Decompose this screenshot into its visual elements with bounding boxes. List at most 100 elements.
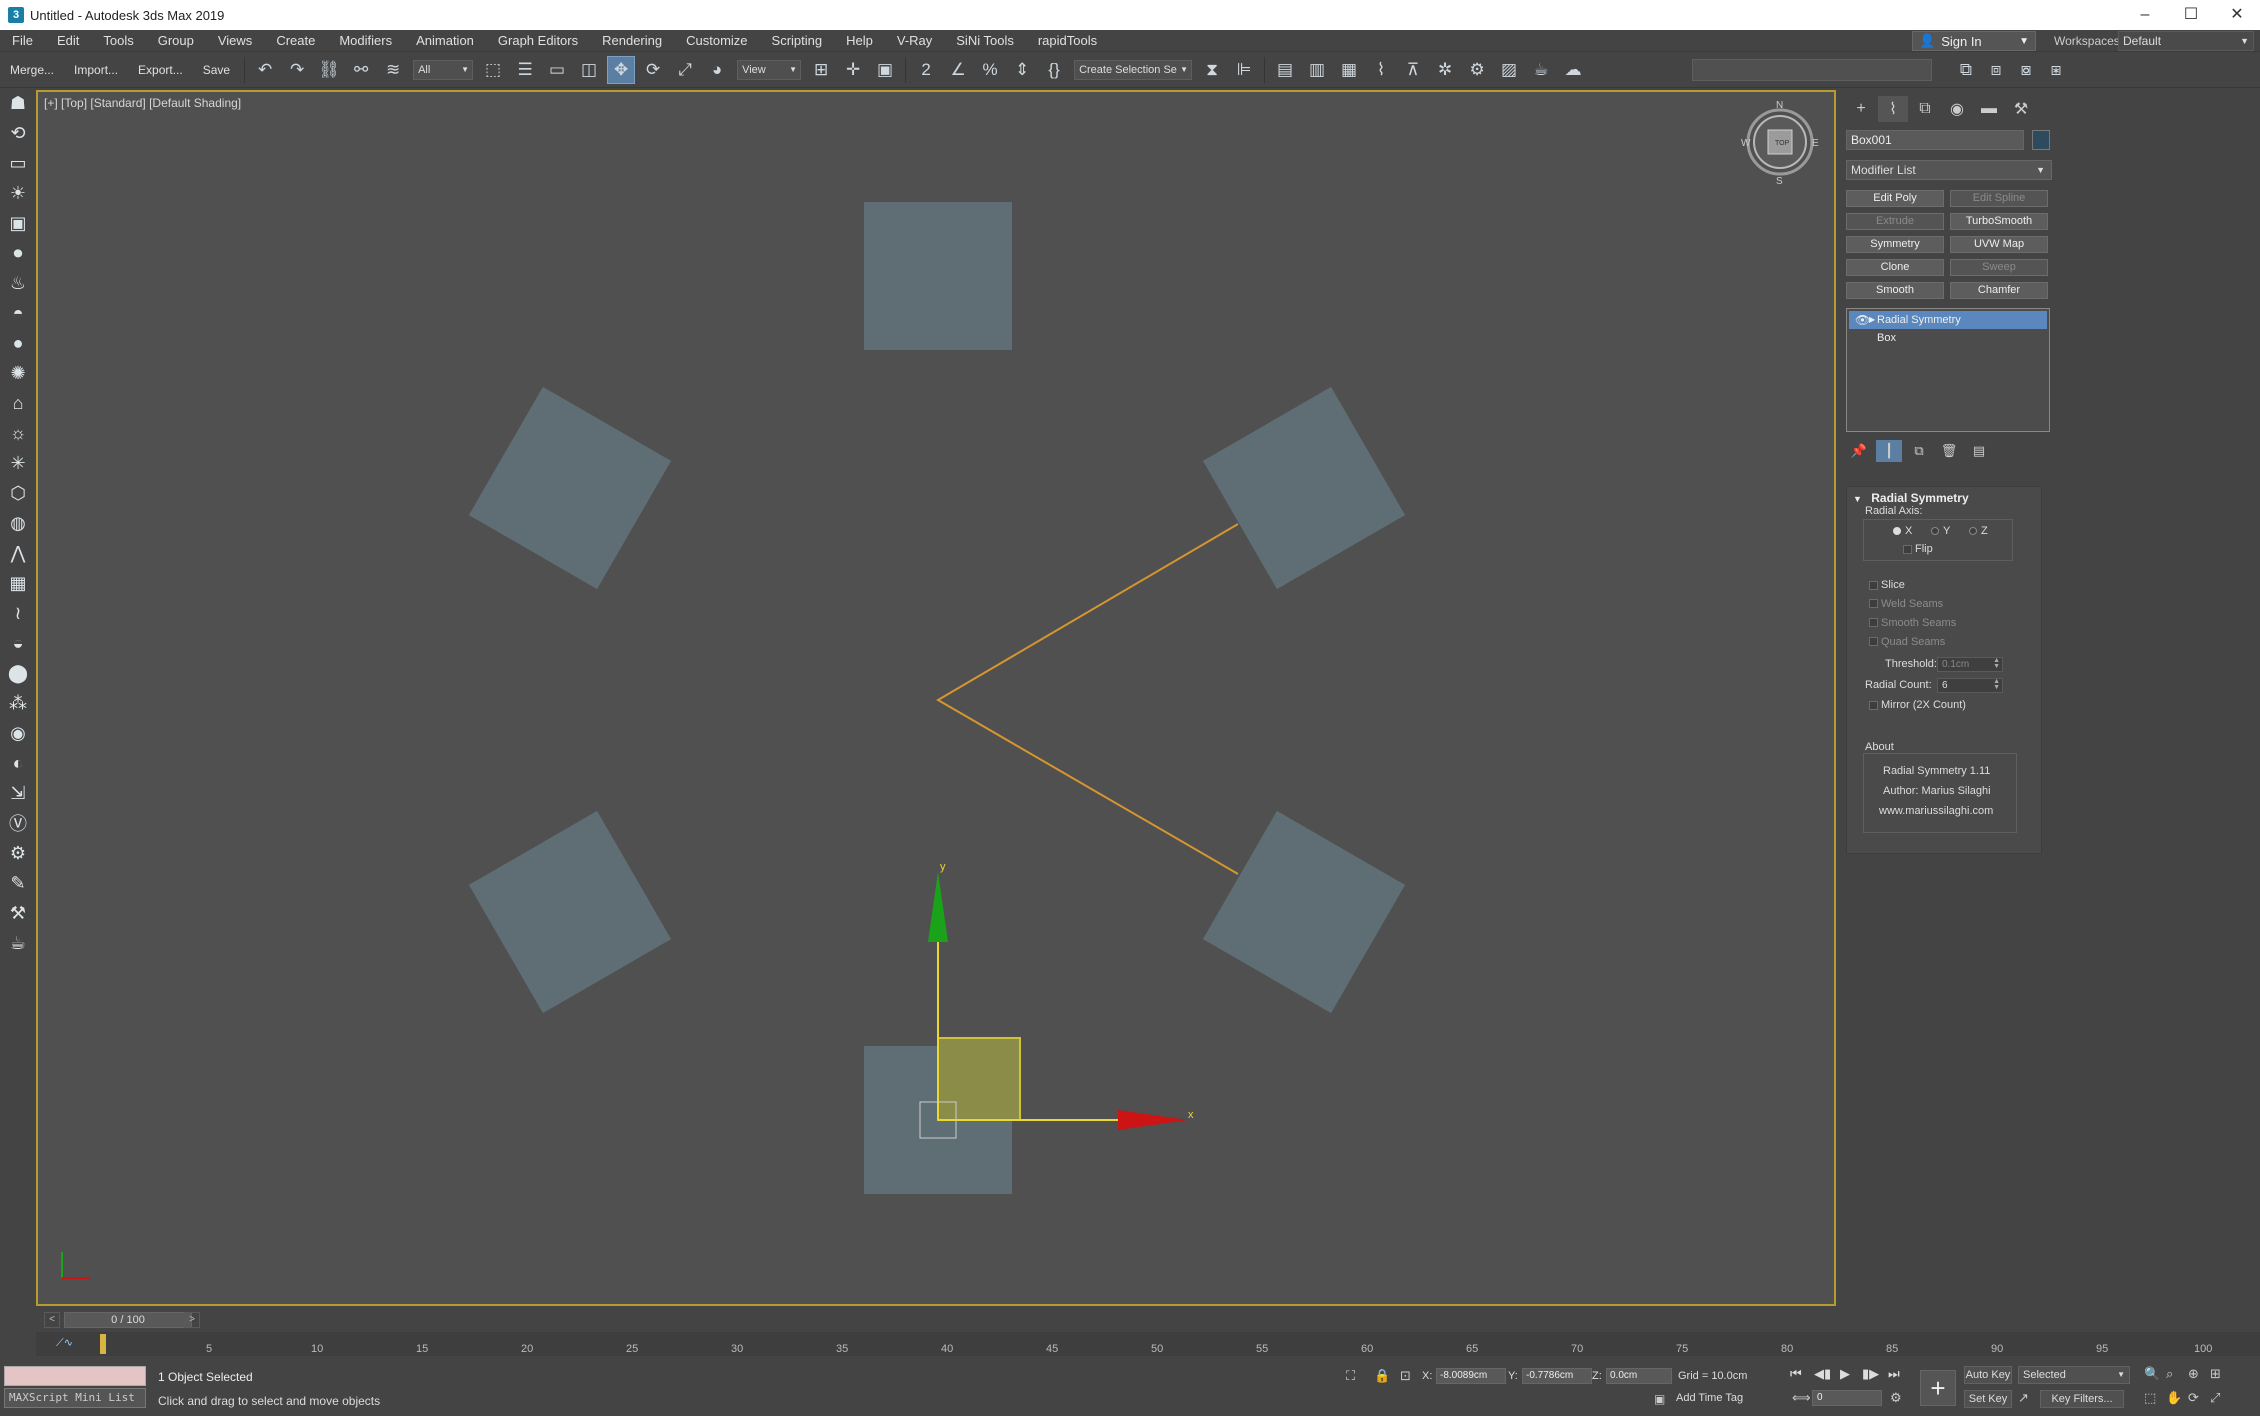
lamp-icon[interactable]: ♨ (0, 268, 36, 298)
zoom-extents-icon[interactable]: ⊕ (2188, 1366, 2199, 1382)
spinner-arrows-icon[interactable]: ▲ ▼ (1993, 657, 2000, 670)
sphere-icon[interactable]: ◍ (0, 508, 36, 538)
uvw-map-button[interactable]: UVW Map (1950, 236, 2048, 253)
sun-icon[interactable]: ☼ (0, 418, 36, 448)
motion-tab-icon[interactable]: ◉ (1942, 96, 1972, 122)
mirror-checkbox[interactable] (1869, 701, 1878, 710)
render-icon[interactable]: ◉ (0, 718, 36, 748)
go-to-end-icon[interactable]: ⏭ (1888, 1366, 1900, 1382)
light-icon[interactable]: ☀ (0, 178, 36, 208)
menu-group[interactable]: Group (146, 30, 206, 52)
gizmo-x-arrow[interactable] (1118, 1110, 1188, 1130)
open-file-icon[interactable]: ⧈ (1982, 56, 2010, 84)
show-end-result-icon[interactable]: ┃ (1876, 440, 1902, 462)
merge-button[interactable]: Merge... (0, 63, 64, 77)
orbit-view-icon[interactable]: ⟳ (2188, 1390, 2199, 1406)
rectangular-selection-icon[interactable]: ▭ (543, 56, 571, 84)
gear-icon[interactable]: ⚙ (0, 838, 36, 868)
save-copy-icon[interactable]: ⧆ (2042, 56, 2070, 84)
make-unique-icon[interactable]: ⧉ (1906, 440, 1932, 462)
about-url-link[interactable]: www.mariussilaghi.com (1879, 805, 1993, 817)
import-button[interactable]: Import... (64, 63, 128, 77)
menu-graph-editors[interactable]: Graph Editors (486, 30, 590, 52)
save-file-icon[interactable]: ⧇ (2012, 56, 2040, 84)
flip-checkbox[interactable] (1903, 545, 1912, 554)
set-keys-button[interactable]: + (1920, 1370, 1956, 1406)
menu-edit[interactable]: Edit (45, 30, 91, 52)
project-folder-icon[interactable]: ⧉ (1952, 56, 1980, 84)
box-instance[interactable] (864, 202, 1012, 350)
scene-explorer-icon[interactable]: ▤ (1271, 56, 1299, 84)
y-coord-field[interactable]: -0.7786cm (1522, 1368, 1592, 1384)
weld-seams-checkbox[interactable] (1869, 599, 1878, 608)
menu-rapidtools[interactable]: rapidTools (1026, 30, 1109, 52)
select-and-place-icon[interactable]: ◕ (703, 56, 731, 84)
stack-item-radial-symmetry[interactable]: 👁 ▶ Radial Symmetry (1849, 311, 2047, 329)
sign-in-button[interactable]: 👤 Sign In ▼ (1912, 31, 2036, 51)
field-of-view-icon[interactable]: ⬚ (2144, 1390, 2156, 1406)
teacup-icon[interactable]: ☕ (0, 928, 36, 958)
box-instance[interactable] (1202, 386, 1406, 590)
mini-curve-editor-icon[interactable]: ⟋∿ (56, 1336, 73, 1350)
go-to-start-icon[interactable]: ⏮ (1790, 1366, 1802, 1382)
select-and-move-icon[interactable]: ✥ (607, 55, 636, 84)
named-selection-dropdown[interactable]: Create Selection Se ▼ (1074, 59, 1193, 80)
bind-spacewarp-icon[interactable]: ≋ (379, 56, 407, 84)
modify-tab-icon[interactable]: ⌇ (1878, 96, 1908, 122)
hierarchy-tab-icon[interactable]: ⧉ (1910, 96, 1940, 122)
pivot-center-icon[interactable]: ⊞ (807, 56, 835, 84)
previous-frame-icon[interactable]: ◀▮ (1814, 1366, 1831, 1382)
rollout-header[interactable]: ▼ Radial Symmetry (1853, 491, 1969, 505)
threshold-spinner[interactable]: 0.1cm ▲ ▼ (1937, 657, 2003, 672)
menu-create[interactable]: Create (264, 30, 327, 52)
script-icon[interactable]: ✎ (0, 868, 36, 898)
edit-named-selection-icon[interactable]: {} (1040, 56, 1068, 84)
chamfer-button[interactable]: Chamfer (1950, 282, 2048, 299)
undo-icon[interactable]: ↶ (251, 56, 279, 84)
sky-icon[interactable]: ✳ (0, 448, 36, 478)
zoom-icon[interactable]: 🔍 (2144, 1366, 2160, 1382)
key-mode-toggle-icon[interactable]: ⟺ (1792, 1390, 1811, 1406)
current-frame-field[interactable]: 0 (1812, 1390, 1882, 1406)
create-tab-icon[interactable]: + (1846, 96, 1876, 122)
key-selection-dropdown[interactable]: Selected ▼ (2018, 1366, 2130, 1384)
display-tab-icon[interactable]: ▬ (1974, 96, 2004, 122)
utilities-tab-icon[interactable]: ⚒ (2006, 96, 2036, 122)
ribbon-toggle-icon[interactable]: ▦ (1335, 56, 1363, 84)
workspace-dropdown[interactable]: Default ▼ (2118, 31, 2254, 51)
track-bar[interactable]: ⟋∿ 5 10 15 20 25 30 35 40 45 50 55 60 65… (36, 1332, 2260, 1356)
modifier-list-dropdown[interactable]: Modifier List ▼ (1846, 160, 2052, 180)
camera-icon[interactable]: ▭ (0, 148, 36, 178)
auto-key-button[interactable]: Auto Key (1964, 1366, 2012, 1384)
maximize-button[interactable]: ☐ (2168, 0, 2214, 30)
slice-checkbox[interactable] (1869, 581, 1878, 590)
absolute-offset-icon[interactable]: ⊡ (1400, 1368, 1411, 1384)
percent-snap-icon[interactable]: % (976, 56, 1004, 84)
sphere-light-icon[interactable]: ● (0, 328, 36, 358)
vray-icon[interactable]: Ⓥ (0, 808, 36, 838)
time-configuration-icon[interactable]: ⚙ (1890, 1390, 1902, 1406)
object-name-field[interactable]: Box001 (1846, 130, 2024, 150)
expand-triangle-icon[interactable]: ▶ (1869, 311, 1875, 329)
turbosmooth-button[interactable]: TurboSmooth (1950, 213, 2048, 230)
menu-tools[interactable]: Tools (91, 30, 145, 52)
menu-vray[interactable]: V-Ray (885, 30, 944, 52)
unlink-icon[interactable]: ⚯ (347, 56, 375, 84)
box-icon[interactable]: ⬡ (0, 478, 36, 508)
export-icon[interactable]: ⇲ (0, 778, 36, 808)
play-icon[interactable]: ▶ (1840, 1366, 1850, 1382)
menu-modifiers[interactable]: Modifiers (327, 30, 404, 52)
remove-modifier-icon[interactable]: 🗑 (1936, 440, 1962, 462)
snaps-toggle-icon[interactable]: 2 (912, 56, 940, 84)
material-sphere-icon[interactable]: ⬤ (0, 658, 36, 688)
select-by-name-icon[interactable]: ☰ (511, 56, 539, 84)
default-in-out-tangent-icon[interactable]: ↗ (2018, 1390, 2029, 1406)
axis-z-radio[interactable] (1969, 527, 1977, 535)
layer-explorer-icon[interactable]: ▥ (1303, 56, 1331, 84)
current-frame-marker[interactable] (100, 1334, 106, 1354)
gizmo-y-arrow[interactable] (928, 872, 948, 942)
spinner-arrows-icon[interactable]: ▲ ▼ (1993, 678, 2000, 691)
menu-views[interactable]: Views (206, 30, 264, 52)
curve-editor-icon[interactable]: ⌇ (1367, 56, 1395, 84)
isolate-selection-icon[interactable]: ⛶ (1346, 1368, 1355, 1384)
